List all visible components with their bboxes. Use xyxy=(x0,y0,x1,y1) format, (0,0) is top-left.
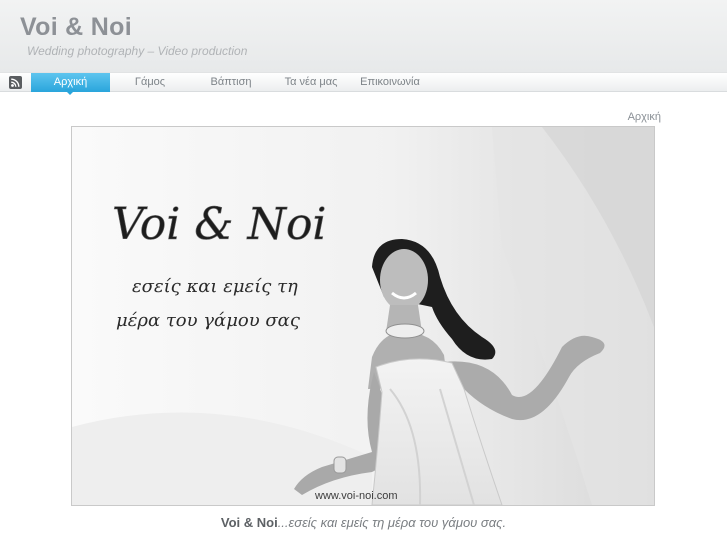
nav-item-baptism[interactable]: Βάπτιση xyxy=(196,73,266,92)
nav-item-contact[interactable]: Επικοινωνία xyxy=(354,73,426,92)
hero-watermark: www.voi-noi.com xyxy=(314,490,398,502)
main-navigation: Αρχική Γάμος Βάπτιση Τα νέα μας Επικοινω… xyxy=(0,72,727,92)
hero-script-line-2: μέρα του γάμου σας xyxy=(116,310,301,331)
nav-item-news[interactable]: Τα νέα μας xyxy=(276,73,346,92)
caption-brand: Voi & Noi xyxy=(220,515,278,530)
caption-text: ...εσείς και εμείς τη μέρα του γάμου σας… xyxy=(277,515,507,530)
rss-icon[interactable] xyxy=(9,76,22,89)
breadcrumb[interactable]: Αρχική xyxy=(628,111,661,123)
hero-logo-text: Voi & Noi xyxy=(112,199,327,250)
page: Voi & Noi Wedding photography – Video pr… xyxy=(0,0,727,545)
active-tab-pointer xyxy=(64,89,76,95)
hero-caption: Voi & Noi...εσείς και εμείς τη μέρα του … xyxy=(0,515,727,530)
nav-item-wedding[interactable]: Γάμος xyxy=(118,73,182,92)
site-header: Voi & Noi Wedding photography – Video pr… xyxy=(0,0,727,72)
hero-image: Voi & Noi εσείς και εμείς τη μέρα του γά… xyxy=(71,126,655,506)
hero-script-line-1: εσείς και εμείς τη xyxy=(132,276,298,297)
site-tagline: Wedding photography – Video production xyxy=(27,44,248,58)
site-title[interactable]: Voi & Noi xyxy=(20,13,132,42)
